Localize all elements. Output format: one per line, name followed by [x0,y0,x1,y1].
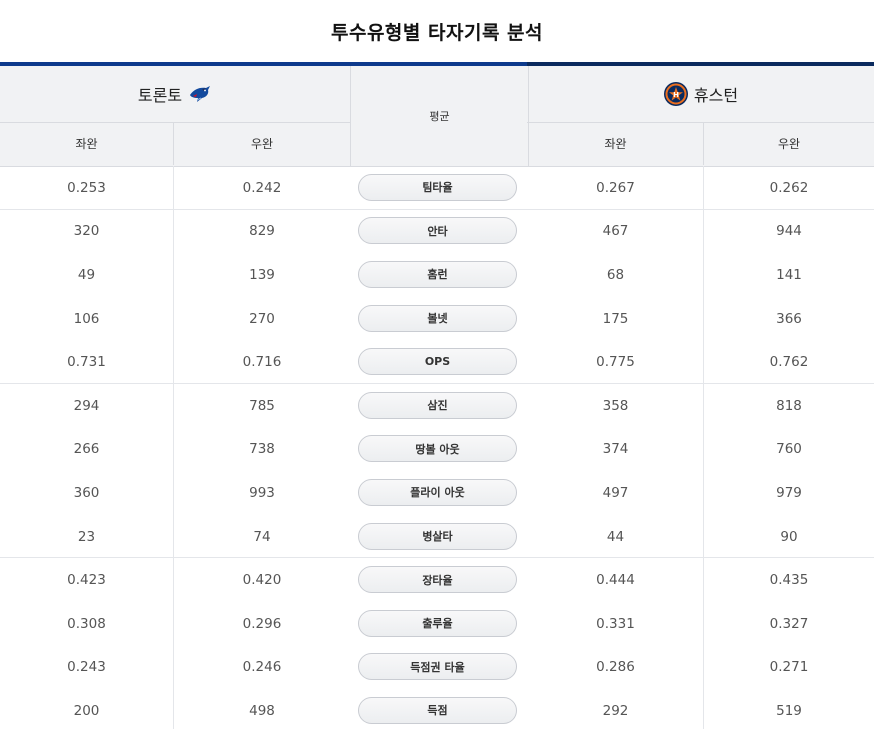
table-row: 0.253 0.242 0.267 0.262 팀타율 [0,166,874,210]
stat-label-pill: 팀타율 [358,173,517,201]
houston-rhp-value: 0.271 [769,659,809,676]
col-houston-lhp: 좌완 [528,122,704,165]
table-row: 0.731 0.716 0.775 0.762 OPS [0,340,874,384]
toronto-rhp-value: 0.716 [242,354,282,371]
houston-rhp-value: 366 [776,310,802,327]
houston-lhp-value: 44 [606,528,625,545]
table-row: 0.243 0.246 0.286 0.271 득점권 타율 [0,646,874,690]
team-header-houston: H 휴스턴 [527,66,874,123]
average-column-header: 평균 [350,66,529,166]
houston-rhp-value: 0.435 [769,572,809,589]
blue-jays-logo-icon [188,83,212,105]
houston-rhp-value: 0.327 [769,615,809,632]
houston-lhp-value: 467 [602,223,629,240]
toronto-lhp-value: 200 [73,702,100,719]
toronto-rhp-value: 0.420 [242,572,282,589]
team-name-houston: 휴스턴 [693,86,739,105]
houston-rhp-value: 979 [776,484,802,501]
toronto-lhp-value: 0.243 [67,659,106,676]
svg-text:H: H [673,91,679,99]
col-toronto-lhp: 좌완 [0,122,174,165]
houston-rhp-value: 818 [776,397,802,414]
toronto-lhp-value: 360 [73,484,100,501]
toronto-rhp-value: 139 [249,266,275,283]
toronto-lhp-value: 49 [77,266,96,283]
toronto-rhp-value: 738 [249,441,275,458]
stat-label-pill: 출루율 [358,609,517,637]
toronto-lhp-value: 266 [73,441,100,458]
toronto-lhp-value: 0.731 [67,354,106,371]
houston-rhp-value: 760 [776,441,802,458]
table-row: 266 738 374 760 땅볼 아웃 [0,428,874,472]
toronto-rhp-value: 785 [249,397,275,414]
toronto-lhp-value: 320 [73,223,100,240]
houston-lhp-value: 292 [602,702,629,719]
astros-logo-icon: H [663,81,689,107]
stat-label-pill: 볼넷 [358,304,517,332]
houston-rhp-value: 141 [776,266,802,283]
houston-lhp-value: 358 [602,397,629,414]
toronto-rhp-value: 74 [253,528,271,545]
houston-lhp-value: 374 [602,441,629,458]
table-row: 360 993 497 979 플라이 아웃 [0,471,874,515]
stat-label-pill: 땅볼 아웃 [358,435,517,463]
stat-label-pill: 삼진 [358,391,517,419]
toronto-rhp-value: 0.242 [242,179,282,196]
table-row: 294 785 358 818 삼진 [0,384,874,428]
stat-label-pill: 플라이 아웃 [358,478,517,506]
stats-table-body: 0.253 0.242 0.267 0.262 팀타율 320 829 467 944 안타 49 1… [0,166,874,733]
houston-lhp-value: 0.331 [596,615,635,632]
stat-label-pill: 홈런 [358,260,517,288]
team-name-toronto: 토론토 [137,86,183,105]
table-row: 200 498 292 519 득점 [0,689,874,733]
toronto-lhp-value: 294 [73,397,100,414]
col-toronto-rhp: 우완 [250,137,274,151]
toronto-lhp-value: 0.308 [67,615,106,632]
page-title: 투수유형별 타자기록 분석 [330,21,543,44]
table-row: 320 829 467 944 안타 [0,210,874,254]
toronto-lhp-value: 0.253 [67,179,106,196]
stat-label-pill: 안타 [358,217,517,245]
houston-rhp-value: 944 [776,223,802,240]
stat-label-pill: 장타율 [358,566,517,594]
toronto-lhp-value: 106 [73,310,100,327]
houston-rhp-value: 519 [776,702,802,719]
stat-label-pill: 병살타 [358,522,517,550]
table-row: 0.423 0.420 0.444 0.435 장타율 [0,558,874,602]
houston-lhp-value: 0.267 [596,179,635,196]
table-row: 106 270 175 366 볼넷 [0,297,874,341]
table-row: 0.308 0.296 0.331 0.327 출루율 [0,602,874,646]
table-row: 49 139 68 141 홈런 [0,253,874,297]
table-header: 토론토 평균 H 휴스턴 좌완 우완 좌완 우완 [0,66,874,167]
team-header-toronto: 토론토 [0,66,350,123]
table-row: 23 74 44 90 병살타 [0,515,874,559]
houston-lhp-value: 68 [606,266,625,283]
houston-rhp-value: 0.762 [769,354,809,371]
houston-lhp-value: 0.286 [596,659,635,676]
stat-label-pill: OPS [358,348,517,376]
toronto-rhp-value: 498 [249,702,275,719]
houston-lhp-value: 0.444 [596,572,635,589]
stat-label-pill: 득점권 타율 [358,653,517,681]
houston-lhp-value: 0.775 [596,354,635,371]
houston-lhp-value: 497 [602,484,629,501]
toronto-rhp-value: 829 [249,223,275,240]
houston-rhp-value: 90 [780,528,798,545]
toronto-rhp-value: 993 [249,484,275,501]
toronto-rhp-value: 0.296 [242,615,282,632]
stat-label-pill: 득점 [358,696,517,724]
houston-rhp-value: 0.262 [769,179,809,196]
toronto-lhp-value: 23 [77,528,96,545]
toronto-rhp-value: 270 [249,310,275,327]
toronto-lhp-value: 0.423 [67,572,106,589]
col-houston-rhp: 우완 [777,137,801,151]
houston-lhp-value: 175 [602,310,629,327]
toronto-rhp-value: 0.246 [242,659,282,676]
